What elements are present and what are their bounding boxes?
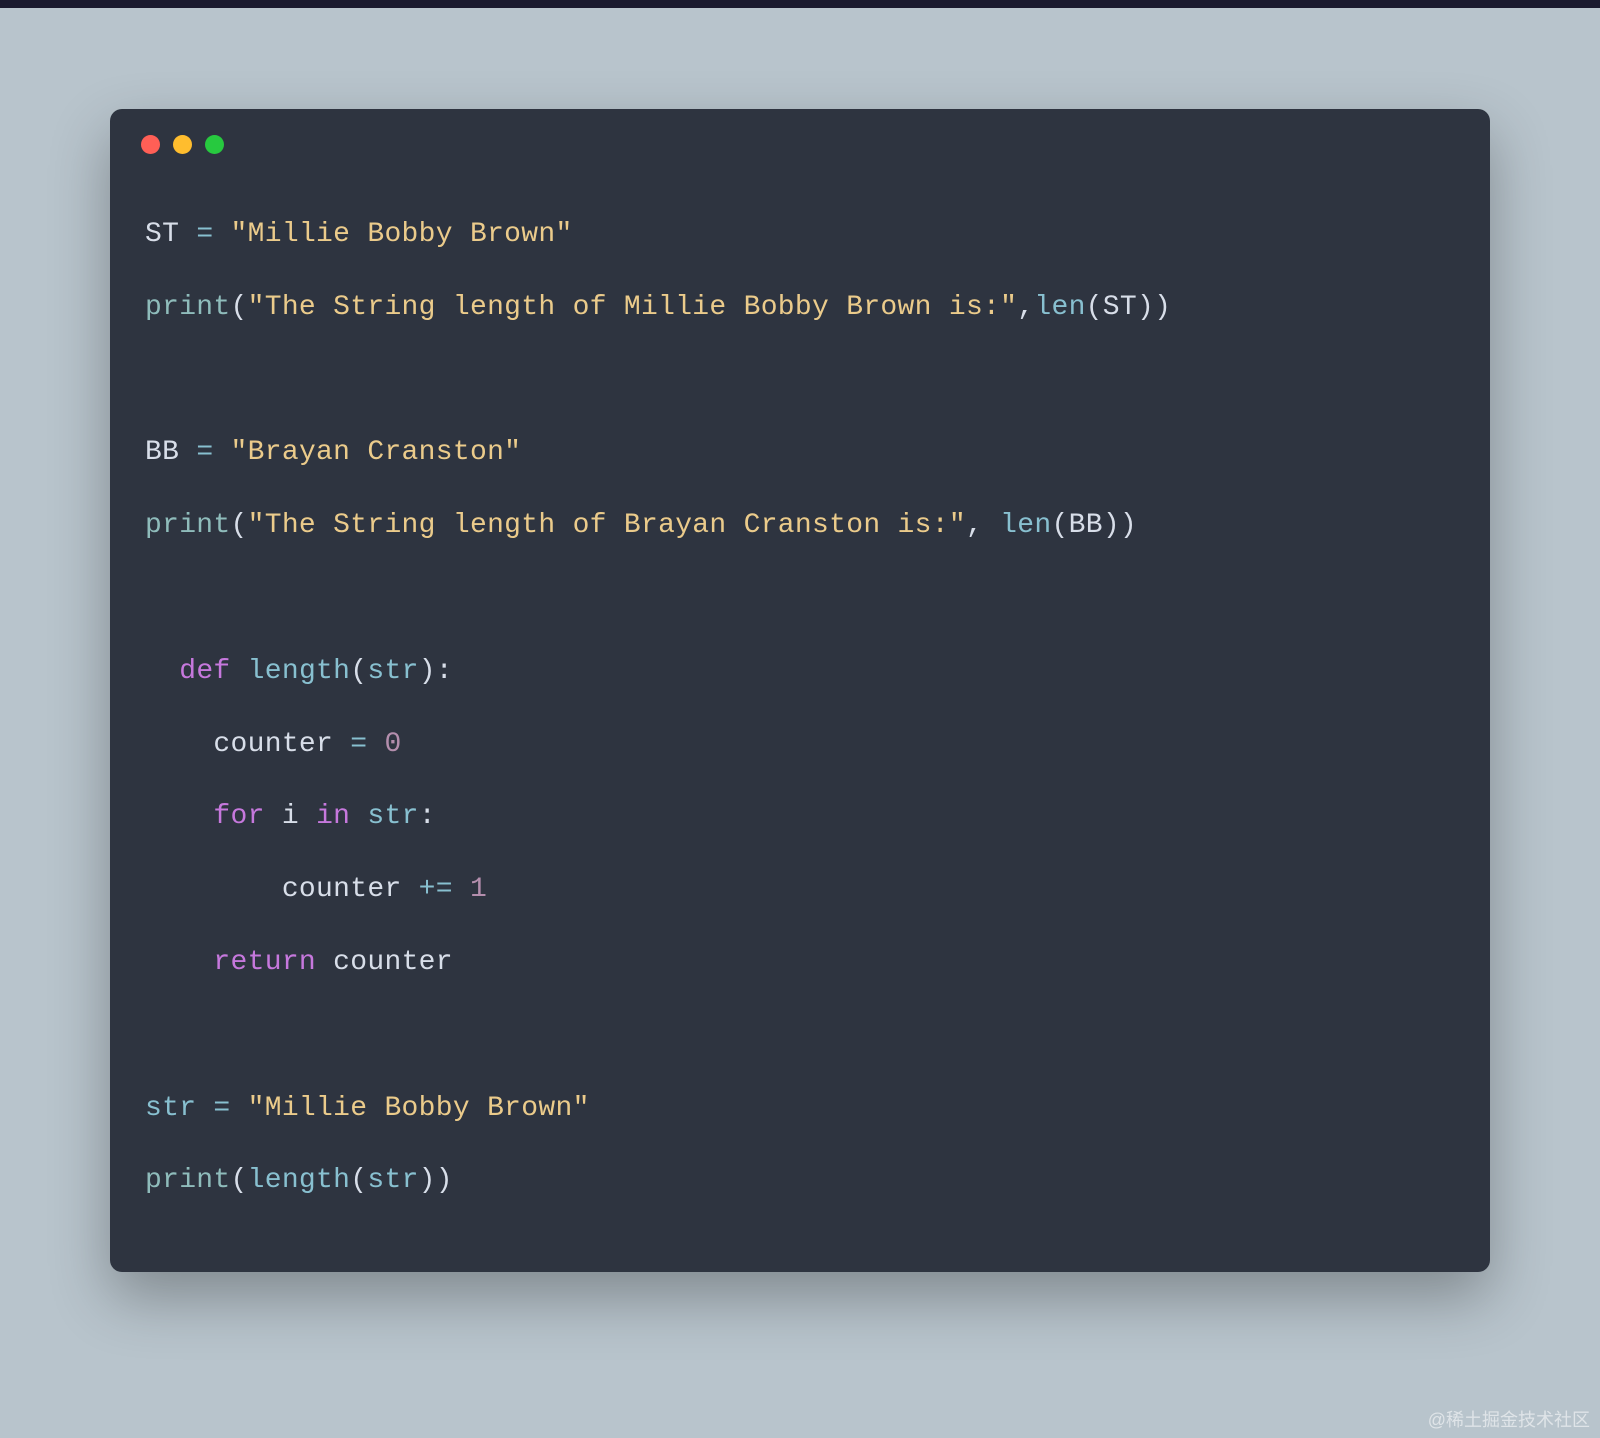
code-token: ( xyxy=(231,1165,248,1196)
code-token: print xyxy=(145,510,231,541)
code-token: ST xyxy=(145,219,179,250)
code-token: = xyxy=(179,219,230,250)
code-token xyxy=(145,729,213,760)
code-token: i xyxy=(282,801,299,832)
code-token: for xyxy=(213,801,264,832)
code-token: print xyxy=(145,1165,231,1196)
code-token: = xyxy=(333,729,384,760)
code-token: "The String length of Brayan Cranston is… xyxy=(248,510,966,541)
code-token: print xyxy=(145,292,231,323)
code-token: "Brayan Cranston" xyxy=(231,437,522,468)
code-token: length xyxy=(248,656,351,687)
code-token: )) xyxy=(1137,292,1171,323)
code-window: ST = "Millie Bobby Brown" print("The Str… xyxy=(110,109,1490,1272)
code-token: ( xyxy=(350,656,367,687)
maximize-icon[interactable] xyxy=(205,135,224,154)
code-token: str xyxy=(367,801,418,832)
code-token: len xyxy=(1000,510,1051,541)
code-token: len xyxy=(1034,292,1085,323)
code-token xyxy=(350,801,367,832)
code-token: += xyxy=(402,874,470,905)
code-token: 0 xyxy=(384,729,401,760)
code-token: 1 xyxy=(470,874,487,905)
code-token xyxy=(145,656,179,687)
code-token: ST xyxy=(1103,292,1137,323)
code-token: "The String length of Millie Bobby Brown… xyxy=(248,292,1018,323)
code-token xyxy=(265,801,282,832)
minimize-icon[interactable] xyxy=(173,135,192,154)
code-token: BB xyxy=(1069,510,1103,541)
code-token: : xyxy=(419,801,436,832)
code-token xyxy=(145,801,213,832)
top-bar xyxy=(0,0,1600,8)
code-token: length xyxy=(248,1165,351,1196)
code-token xyxy=(299,801,316,832)
code-token: return xyxy=(213,947,316,978)
code-token xyxy=(145,874,282,905)
code-token: = xyxy=(179,437,230,468)
code-token: def xyxy=(179,656,230,687)
window-controls xyxy=(110,109,1490,154)
code-token: ( xyxy=(231,510,248,541)
code-token: counter xyxy=(213,729,333,760)
code-token xyxy=(231,656,248,687)
code-token: "Millie Bobby Brown" xyxy=(231,219,573,250)
code-token: , xyxy=(966,510,1000,541)
code-token: ( xyxy=(231,292,248,323)
code-content: ST = "Millie Bobby Brown" print("The Str… xyxy=(110,154,1490,1248)
code-token xyxy=(316,947,333,978)
code-token: counter xyxy=(333,947,453,978)
code-token: ( xyxy=(1051,510,1068,541)
watermark: @稀土掘金技术社区 xyxy=(1428,1406,1590,1432)
code-token: ): xyxy=(419,656,453,687)
code-token xyxy=(145,947,213,978)
code-token: , xyxy=(1017,292,1034,323)
code-token: counter xyxy=(282,874,402,905)
code-token: str xyxy=(145,1093,196,1124)
code-token: str xyxy=(367,1165,418,1196)
code-token: ( xyxy=(1086,292,1103,323)
code-token: ( xyxy=(350,1165,367,1196)
code-token: str xyxy=(367,656,418,687)
code-token: BB xyxy=(145,437,179,468)
code-token: "Millie Bobby Brown" xyxy=(248,1093,590,1124)
close-icon[interactable] xyxy=(141,135,160,154)
code-token: )) xyxy=(419,1165,453,1196)
code-token: = xyxy=(196,1093,247,1124)
code-token: )) xyxy=(1103,510,1137,541)
code-token: in xyxy=(316,801,350,832)
